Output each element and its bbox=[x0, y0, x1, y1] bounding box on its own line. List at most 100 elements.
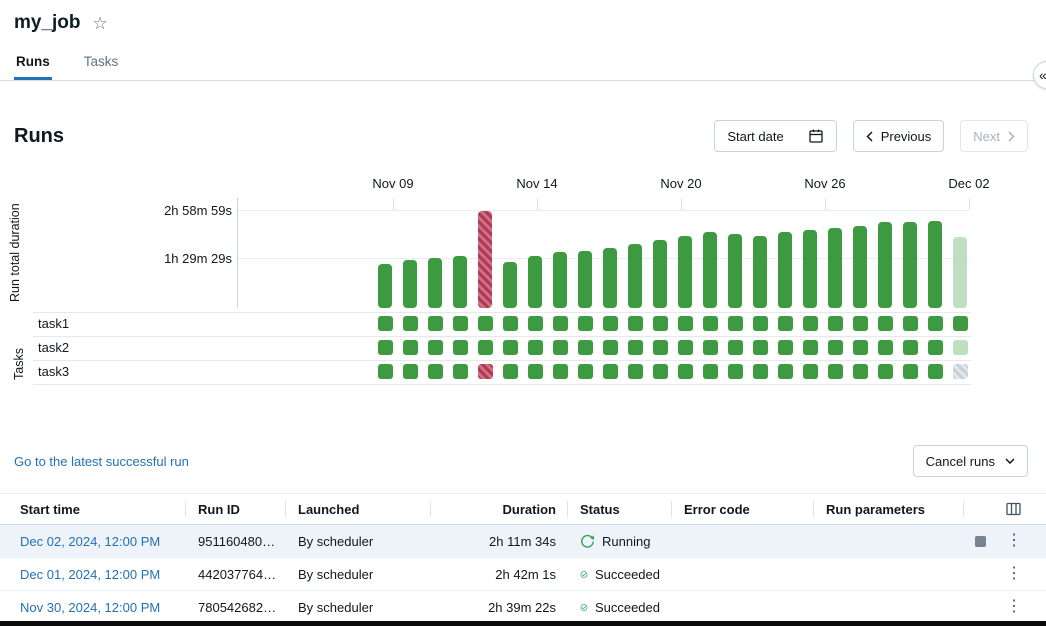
task-cell[interactable] bbox=[553, 316, 568, 331]
column-header-start-time[interactable]: Start time bbox=[0, 494, 186, 525]
column-settings-button[interactable] bbox=[1005, 501, 1022, 517]
task-cell[interactable] bbox=[503, 316, 518, 331]
column-header-status[interactable]: Status bbox=[568, 494, 672, 525]
task-cell[interactable] bbox=[603, 340, 618, 355]
run-id-cell: 780542682… bbox=[186, 591, 286, 624]
task-cell[interactable] bbox=[578, 340, 593, 355]
task-cell[interactable] bbox=[853, 316, 868, 331]
task-cell[interactable] bbox=[803, 364, 818, 379]
tab-tasks[interactable]: Tasks bbox=[82, 44, 121, 80]
task-cell[interactable] bbox=[703, 340, 718, 355]
latest-successful-run-link[interactable]: Go to the latest successful run bbox=[14, 454, 189, 469]
task-cell[interactable] bbox=[503, 364, 518, 379]
task-cell[interactable] bbox=[828, 364, 843, 379]
task-cell[interactable] bbox=[878, 364, 893, 379]
task-cell[interactable] bbox=[778, 340, 793, 355]
task-cell[interactable] bbox=[528, 364, 543, 379]
run-start-time-link[interactable]: Dec 02, 2024, 12:00 PM bbox=[20, 534, 160, 549]
task-cell[interactable] bbox=[578, 316, 593, 331]
task-cell[interactable] bbox=[828, 340, 843, 355]
task-cell[interactable] bbox=[378, 340, 393, 355]
task-cell[interactable] bbox=[878, 340, 893, 355]
task-cell[interactable] bbox=[953, 340, 968, 355]
next-button[interactable]: Next bbox=[960, 120, 1028, 152]
task-cell[interactable] bbox=[478, 364, 493, 379]
column-header-launched[interactable]: Launched bbox=[286, 494, 431, 525]
task-cell[interactable] bbox=[628, 340, 643, 355]
task-cell[interactable] bbox=[728, 364, 743, 379]
task-cell[interactable] bbox=[753, 340, 768, 355]
run-start-time-link[interactable]: Nov 30, 2024, 12:00 PM bbox=[20, 600, 160, 615]
row-menu-button[interactable]: ⋮ bbox=[1006, 533, 1022, 549]
column-header-run-id[interactable]: Run ID bbox=[186, 494, 286, 525]
task-cell[interactable] bbox=[703, 364, 718, 379]
task-cell[interactable] bbox=[603, 364, 618, 379]
column-header-run-parameters[interactable]: Run parameters bbox=[814, 494, 964, 525]
row-menu-button[interactable]: ⋮ bbox=[1006, 599, 1022, 615]
task-cell[interactable] bbox=[853, 364, 868, 379]
task-cell[interactable] bbox=[753, 316, 768, 331]
task-cell[interactable] bbox=[778, 316, 793, 331]
stop-run-button[interactable] bbox=[975, 536, 986, 547]
task-cell[interactable] bbox=[678, 364, 693, 379]
task-cell[interactable] bbox=[403, 316, 418, 331]
task-cell[interactable] bbox=[478, 340, 493, 355]
task-cell[interactable] bbox=[678, 340, 693, 355]
run-start-time-link[interactable]: Dec 01, 2024, 12:00 PM bbox=[20, 567, 160, 582]
task-cell[interactable] bbox=[628, 364, 643, 379]
task-cell[interactable] bbox=[628, 316, 643, 331]
task-cell[interactable] bbox=[378, 316, 393, 331]
task-cell[interactable] bbox=[403, 364, 418, 379]
task-cell[interactable] bbox=[953, 316, 968, 331]
task-cell[interactable] bbox=[403, 340, 418, 355]
task-cell[interactable] bbox=[928, 340, 943, 355]
task-cell[interactable] bbox=[453, 340, 468, 355]
task-cell[interactable] bbox=[903, 316, 918, 331]
task-cell[interactable] bbox=[503, 340, 518, 355]
task-cell[interactable] bbox=[903, 340, 918, 355]
task-cell[interactable] bbox=[528, 316, 543, 331]
succeeded-icon bbox=[580, 600, 588, 615]
task-cell[interactable] bbox=[428, 340, 443, 355]
tab-runs[interactable]: Runs bbox=[14, 44, 52, 80]
task-cell[interactable] bbox=[928, 316, 943, 331]
task-cell[interactable] bbox=[653, 364, 668, 379]
start-date-button[interactable]: Start date bbox=[714, 120, 836, 152]
row-menu-button[interactable]: ⋮ bbox=[1006, 566, 1022, 582]
task-cell[interactable] bbox=[453, 316, 468, 331]
previous-button[interactable]: Previous bbox=[853, 120, 945, 152]
task-cell[interactable] bbox=[553, 364, 568, 379]
task-cell[interactable] bbox=[953, 364, 968, 379]
task-cell[interactable] bbox=[753, 364, 768, 379]
task-cell[interactable] bbox=[428, 364, 443, 379]
task-cell[interactable] bbox=[478, 316, 493, 331]
task-cell[interactable] bbox=[428, 316, 443, 331]
task-cell[interactable] bbox=[603, 316, 618, 331]
cancel-runs-label: Cancel runs bbox=[926, 454, 995, 469]
task-cell[interactable] bbox=[703, 316, 718, 331]
favorite-star-icon[interactable]: ☆ bbox=[93, 15, 108, 32]
task-cell[interactable] bbox=[553, 340, 568, 355]
task-cell[interactable] bbox=[728, 316, 743, 331]
task-cell[interactable] bbox=[578, 364, 593, 379]
task-cell[interactable] bbox=[653, 340, 668, 355]
task-cell[interactable] bbox=[903, 364, 918, 379]
task-cell[interactable] bbox=[803, 340, 818, 355]
task-cell[interactable] bbox=[378, 364, 393, 379]
task-cell[interactable] bbox=[803, 316, 818, 331]
task-cell[interactable] bbox=[928, 364, 943, 379]
column-header-duration[interactable]: Duration bbox=[431, 494, 568, 525]
task-cell[interactable] bbox=[453, 364, 468, 379]
launched-cell: By scheduler bbox=[286, 591, 431, 624]
error-code-cell bbox=[672, 591, 814, 624]
task-cell[interactable] bbox=[528, 340, 543, 355]
task-cell[interactable] bbox=[778, 364, 793, 379]
task-cell[interactable] bbox=[878, 316, 893, 331]
column-header-error-code[interactable]: Error code bbox=[672, 494, 814, 525]
task-cell[interactable] bbox=[828, 316, 843, 331]
task-cell[interactable] bbox=[728, 340, 743, 355]
cancel-runs-button[interactable]: Cancel runs bbox=[913, 445, 1028, 477]
task-cell[interactable] bbox=[678, 316, 693, 331]
task-cell[interactable] bbox=[653, 316, 668, 331]
task-cell[interactable] bbox=[853, 340, 868, 355]
